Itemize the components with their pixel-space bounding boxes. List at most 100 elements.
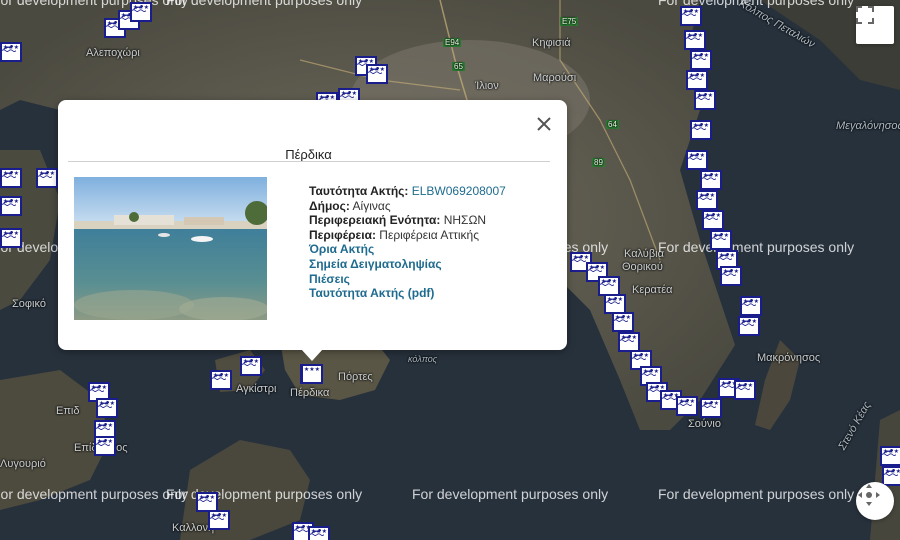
swimmer-icon bbox=[600, 278, 614, 286]
beach-marker[interactable]: ★★★ bbox=[240, 356, 262, 376]
link-sampling-points[interactable]: Σημεία Δειγματοληψίας bbox=[309, 257, 506, 272]
link-beach-id-pdf[interactable]: Ταυτότητα Ακτής (pdf) bbox=[309, 286, 506, 301]
swimmer-icon bbox=[98, 400, 112, 408]
swimmer-icon bbox=[686, 32, 700, 40]
swimmer-icon bbox=[2, 230, 16, 238]
close-icon bbox=[537, 117, 551, 131]
swimmer-icon bbox=[720, 380, 734, 388]
swimmer-icon bbox=[96, 438, 110, 446]
beach-marker[interactable]: ★★★ bbox=[0, 228, 22, 248]
beach-marker[interactable]: ★★★ bbox=[96, 398, 118, 418]
beach-marker[interactable]: ★★★ bbox=[880, 446, 900, 466]
beach-marker[interactable]: ★★★ bbox=[0, 168, 22, 188]
beach-marker[interactable]: ★★★ bbox=[882, 466, 900, 486]
beach-marker[interactable]: ★★★ bbox=[208, 510, 230, 530]
camera-control-button[interactable] bbox=[856, 482, 894, 520]
place-label: Σούνιο bbox=[688, 418, 721, 430]
region-value: Περιφέρεια Αττικής bbox=[379, 227, 479, 242]
beach-marker[interactable]: ★★★ bbox=[0, 196, 22, 216]
swimmer-icon bbox=[2, 198, 16, 206]
place-label: Θορικού bbox=[622, 261, 663, 273]
beach-marker[interactable]: ★★★ bbox=[738, 316, 760, 336]
beach-marker[interactable]: ★★★ bbox=[696, 190, 718, 210]
beach-info-popup: Πέρδικα Ταυτότητα Ακτής: ELBW069208007 Δ… bbox=[58, 100, 567, 350]
beach-marker[interactable]: ★★★ bbox=[36, 168, 58, 188]
swimmer-icon bbox=[884, 468, 898, 476]
place-label: Πόρτες bbox=[338, 371, 373, 383]
beach-marker[interactable]: ★★★ bbox=[210, 370, 232, 390]
place-label: Πέρδικα bbox=[290, 387, 330, 399]
beach-marker[interactable]: ★★★ bbox=[94, 436, 116, 456]
swimmer-icon bbox=[740, 318, 754, 326]
beach-marker[interactable]: ★★★ bbox=[680, 6, 702, 26]
swimmer-icon bbox=[722, 268, 736, 276]
road-badge: E94 bbox=[443, 38, 462, 47]
road-badge: 89 bbox=[592, 158, 605, 167]
place-label: Μεγαλόνησος bbox=[836, 120, 900, 132]
dev-watermark: For development purposes only bbox=[658, 486, 855, 502]
swimmer-icon bbox=[614, 314, 628, 322]
regional-unit-value: ΝΗΣΩΝ bbox=[443, 213, 487, 228]
place-label: Ίλιον bbox=[475, 80, 499, 92]
beach-marker[interactable]: ★★★ bbox=[702, 210, 724, 230]
beach-marker[interactable]: ★★★ bbox=[700, 170, 722, 190]
beach-marker[interactable]: ★★★ bbox=[710, 230, 732, 250]
swimmer-icon bbox=[210, 512, 224, 520]
beach-marker[interactable]: ★★★ bbox=[700, 398, 722, 418]
swimmer-icon bbox=[212, 372, 226, 380]
swimmer-icon bbox=[702, 400, 716, 408]
swimmer-icon bbox=[310, 528, 324, 536]
beach-marker[interactable]: ★★★ bbox=[308, 526, 330, 540]
beach-marker[interactable]: ★★★ bbox=[720, 266, 742, 286]
beach-marker[interactable]: ★★★ bbox=[684, 30, 706, 50]
swimmer-icon bbox=[294, 524, 308, 532]
swimmer-icon bbox=[588, 264, 602, 272]
beach-marker[interactable]: ★★★ bbox=[612, 312, 634, 332]
beach-marker[interactable]: ★★★ bbox=[676, 396, 698, 416]
swimmer-icon bbox=[698, 192, 712, 200]
camera-control-icon bbox=[858, 484, 880, 506]
beach-marker[interactable]: ★★★ bbox=[0, 42, 22, 62]
close-button[interactable] bbox=[532, 112, 556, 136]
place-label: Μαρούσι bbox=[533, 72, 577, 84]
swimmer-icon bbox=[678, 398, 692, 406]
swimmer-icon bbox=[242, 358, 256, 366]
beach-marker[interactable]: ★★★ bbox=[604, 294, 626, 314]
road-badge: 64 bbox=[606, 120, 619, 129]
beach-marker[interactable]: ★★★ bbox=[740, 296, 762, 316]
beach-marker[interactable]: ★★★ bbox=[598, 276, 620, 296]
swimmer-icon bbox=[368, 66, 382, 74]
beach-marker[interactable]: ★★★ bbox=[130, 2, 152, 22]
municipality-value: Αίγινας bbox=[352, 198, 391, 213]
link-pressures[interactable]: Πιέσεις bbox=[309, 272, 506, 287]
swimmer-icon bbox=[132, 4, 146, 12]
swimmer-icon bbox=[632, 352, 646, 360]
beach-marker[interactable]: ★★★ bbox=[694, 90, 716, 110]
beach-info: Ταυτότητα Ακτής: ELBW069208007 Δήμος: Αί… bbox=[309, 184, 506, 301]
beach-marker[interactable]: ★★★ bbox=[690, 50, 712, 70]
swimmer-icon bbox=[2, 44, 16, 52]
swimmer-icon bbox=[736, 382, 750, 390]
beach-marker[interactable]: ★★★ bbox=[686, 70, 708, 90]
link-beach-boundaries[interactable]: Όρια Ακτής bbox=[309, 242, 506, 257]
dev-watermark: For development purposes only bbox=[0, 0, 189, 8]
swimmer-icon bbox=[712, 232, 726, 240]
satellite-map[interactable]: E75 E94 65 64 89 Κηφισιά Μαρούσι Ίλιον Α… bbox=[0, 0, 900, 540]
beach-marker[interactable]: ★★★ bbox=[690, 120, 712, 140]
info-row-regional-unit: Περιφερειακή Ενότητα: ΝΗΣΩΝ bbox=[309, 213, 506, 228]
place-label: Επιδ bbox=[56, 405, 80, 417]
beach-marker[interactable]: ★★★ bbox=[366, 64, 388, 84]
fullscreen-button[interactable] bbox=[856, 6, 894, 44]
beach-marker[interactable]: ★★★ bbox=[686, 150, 708, 170]
swimmer-icon bbox=[2, 170, 16, 178]
selected-beach-marker[interactable]: ★★★ bbox=[301, 364, 323, 384]
popup-pointer bbox=[301, 349, 323, 361]
info-label: Δήμος: bbox=[309, 198, 350, 213]
swimmer-icon bbox=[692, 52, 706, 60]
swimmer-icon bbox=[696, 92, 710, 100]
swimmer-icon bbox=[38, 170, 52, 178]
beach-marker[interactable]: ★★★ bbox=[618, 332, 640, 352]
swimmer-icon bbox=[742, 298, 756, 306]
beach-marker[interactable]: ★★★ bbox=[196, 492, 218, 512]
beach-marker[interactable]: ★★★ bbox=[734, 380, 756, 400]
